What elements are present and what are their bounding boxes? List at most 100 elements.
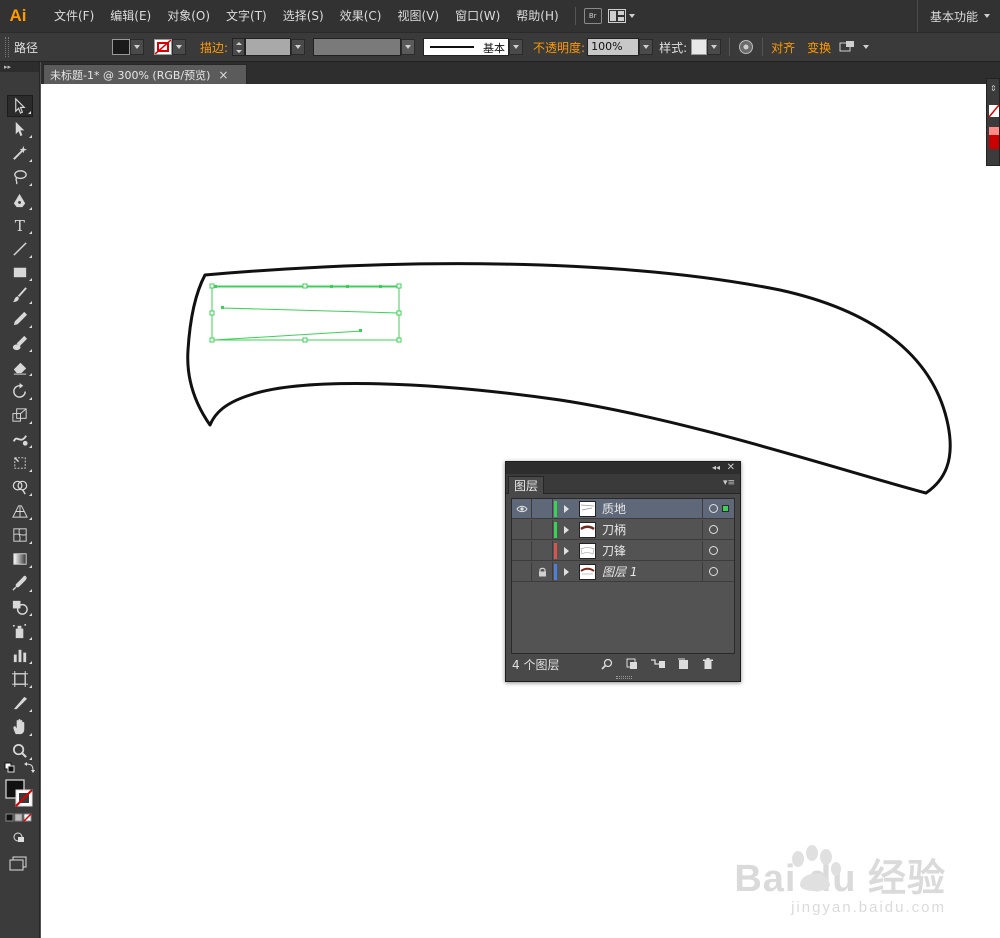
resize-grip[interactable] bbox=[616, 676, 632, 679]
menu-edit[interactable]: 编辑(E) bbox=[102, 0, 159, 32]
target-circle-icon[interactable] bbox=[709, 504, 718, 513]
drawing-mode-icon[interactable] bbox=[13, 832, 24, 842]
expand-arrow-icon[interactable] bbox=[564, 526, 569, 534]
hand-tool[interactable] bbox=[7, 716, 33, 738]
opacity-field[interactable]: 100% bbox=[587, 38, 640, 56]
rotate-tool[interactable] bbox=[7, 380, 33, 402]
menu-effect[interactable]: 效果(C) bbox=[332, 0, 390, 32]
menu-file[interactable]: 文件(F) bbox=[46, 0, 102, 32]
slice-tool[interactable] bbox=[7, 692, 33, 714]
variable-width-dropdown[interactable] bbox=[401, 39, 416, 55]
screen-mode-icon[interactable] bbox=[9, 856, 27, 871]
brush-definition-field[interactable]: 基本 bbox=[423, 38, 510, 56]
close-icon[interactable]: × bbox=[218, 68, 228, 82]
panel-grip[interactable] bbox=[5, 37, 9, 57]
column-graph-tool[interactable] bbox=[7, 644, 33, 666]
layer-name[interactable]: 图层 1 bbox=[602, 562, 637, 582]
lock-toggle[interactable] bbox=[533, 499, 553, 519]
bridge-icon[interactable]: Br bbox=[583, 8, 602, 24]
stroke-color-swatch[interactable] bbox=[15, 789, 33, 807]
create-sublayer-icon[interactable] bbox=[650, 658, 666, 670]
fill-dropdown[interactable] bbox=[130, 39, 144, 55]
blend-tool[interactable] bbox=[7, 596, 33, 618]
layer-name[interactable]: 刀锋 bbox=[602, 541, 626, 561]
menu-object[interactable]: 对象(O) bbox=[159, 0, 218, 32]
type-tool[interactable]: T bbox=[7, 214, 33, 236]
mesh-tool[interactable] bbox=[7, 524, 33, 546]
panel-menu-icon[interactable]: ▾≡ bbox=[723, 478, 735, 488]
graphic-style-dropdown[interactable] bbox=[707, 39, 722, 55]
collapse-icon[interactable]: ▸▸ bbox=[4, 62, 11, 72]
pen-tool[interactable] bbox=[7, 190, 33, 212]
arrange-documents-button[interactable] bbox=[607, 9, 635, 23]
artboard-tool[interactable] bbox=[7, 668, 33, 690]
free-transform-tool[interactable] bbox=[7, 452, 33, 474]
stroke-dropdown[interactable] bbox=[172, 39, 186, 55]
collapse-panel-icon[interactable]: ◂◂ bbox=[712, 462, 720, 474]
perspective-grid-tool[interactable] bbox=[7, 500, 33, 522]
paintbrush-tool[interactable] bbox=[7, 284, 33, 306]
stroke-weight-label[interactable]: 描边: bbox=[200, 39, 228, 56]
tab-layers[interactable]: 图层 bbox=[508, 476, 544, 494]
make-clipping-mask-icon[interactable] bbox=[626, 658, 638, 670]
layer-row[interactable]: 刀锋 bbox=[512, 541, 734, 561]
selected-path-group[interactable] bbox=[209, 283, 402, 343]
menu-select[interactable]: 选择(S) bbox=[275, 0, 332, 32]
rectangle-tool[interactable] bbox=[7, 261, 33, 283]
layer-row[interactable]: 刀柄 bbox=[512, 520, 734, 540]
lock-toggle[interactable] bbox=[533, 562, 553, 582]
stroke-weight-dropdown[interactable] bbox=[291, 39, 306, 55]
line-segment-tool[interactable] bbox=[7, 238, 33, 260]
layer-target[interactable] bbox=[702, 562, 734, 582]
workspace-switcher[interactable]: 基本功能 bbox=[916, 0, 1000, 32]
recolor-artwork-icon[interactable] bbox=[738, 39, 754, 55]
layer-row[interactable]: 图层 1 bbox=[512, 562, 734, 582]
create-new-layer-icon[interactable] bbox=[677, 658, 689, 670]
color-mode-buttons[interactable] bbox=[5, 813, 32, 822]
chevron-down-icon[interactable] bbox=[863, 45, 870, 49]
blob-brush-tool[interactable] bbox=[7, 332, 33, 354]
opacity-label[interactable]: 不透明度: bbox=[533, 39, 585, 56]
symbol-sprayer-tool[interactable] bbox=[7, 620, 33, 642]
menu-view[interactable]: 视图(V) bbox=[389, 0, 447, 32]
expand-arrow-icon[interactable] bbox=[564, 505, 569, 513]
visibility-toggle[interactable] bbox=[512, 541, 532, 561]
lasso-tool[interactable] bbox=[7, 166, 33, 188]
eyedropper-tool[interactable] bbox=[7, 572, 33, 594]
document-tab[interactable]: 未标题-1* @ 300% (RGB/预览) × bbox=[43, 64, 247, 84]
variable-width-profile[interactable] bbox=[313, 38, 402, 56]
layer-target[interactable] bbox=[702, 520, 734, 540]
tools-panel-header[interactable]: ▸▸ bbox=[0, 62, 39, 72]
opacity-dropdown[interactable] bbox=[639, 39, 654, 55]
shape-builder-tool[interactable] bbox=[7, 476, 33, 498]
direct-selection-tool[interactable] bbox=[7, 118, 33, 140]
transform-link[interactable]: 变换 bbox=[807, 39, 831, 56]
magic-wand-tool[interactable] bbox=[7, 142, 33, 164]
target-circle-icon[interactable] bbox=[709, 546, 718, 555]
stroke-weight-field[interactable] bbox=[245, 38, 292, 56]
zoom-tool[interactable] bbox=[7, 740, 33, 762]
target-circle-icon[interactable] bbox=[709, 567, 718, 576]
layer-name[interactable]: 质地 bbox=[602, 499, 626, 519]
close-panel-icon[interactable]: ✕ bbox=[727, 462, 735, 474]
trash-icon[interactable] bbox=[702, 658, 714, 670]
pencil-tool[interactable] bbox=[7, 308, 33, 330]
visibility-toggle[interactable] bbox=[512, 520, 532, 540]
lock-toggle[interactable] bbox=[533, 541, 553, 561]
eraser-tool[interactable] bbox=[7, 356, 33, 378]
stroke-weight-spinner[interactable] bbox=[232, 38, 246, 56]
align-link[interactable]: 对齐 bbox=[771, 39, 795, 56]
knife-blade-outline[interactable] bbox=[186, 262, 952, 495]
layers-panel-titlebar[interactable]: ◂◂ ✕ bbox=[506, 462, 740, 474]
default-colors-icon[interactable] bbox=[4, 762, 15, 773]
menu-window[interactable]: 窗口(W) bbox=[447, 0, 508, 32]
menu-help[interactable]: 帮助(H) bbox=[508, 0, 566, 32]
graphic-style-swatch[interactable] bbox=[691, 39, 708, 55]
gradient-tool[interactable] bbox=[7, 548, 33, 570]
layer-row[interactable]: 质地 bbox=[512, 499, 734, 519]
layer-name[interactable]: 刀柄 bbox=[602, 520, 626, 540]
layer-target[interactable] bbox=[702, 499, 734, 519]
menu-type[interactable]: 文字(T) bbox=[218, 0, 275, 32]
stroke-swatch[interactable] bbox=[154, 39, 172, 55]
expand-arrow-icon[interactable] bbox=[564, 568, 569, 576]
